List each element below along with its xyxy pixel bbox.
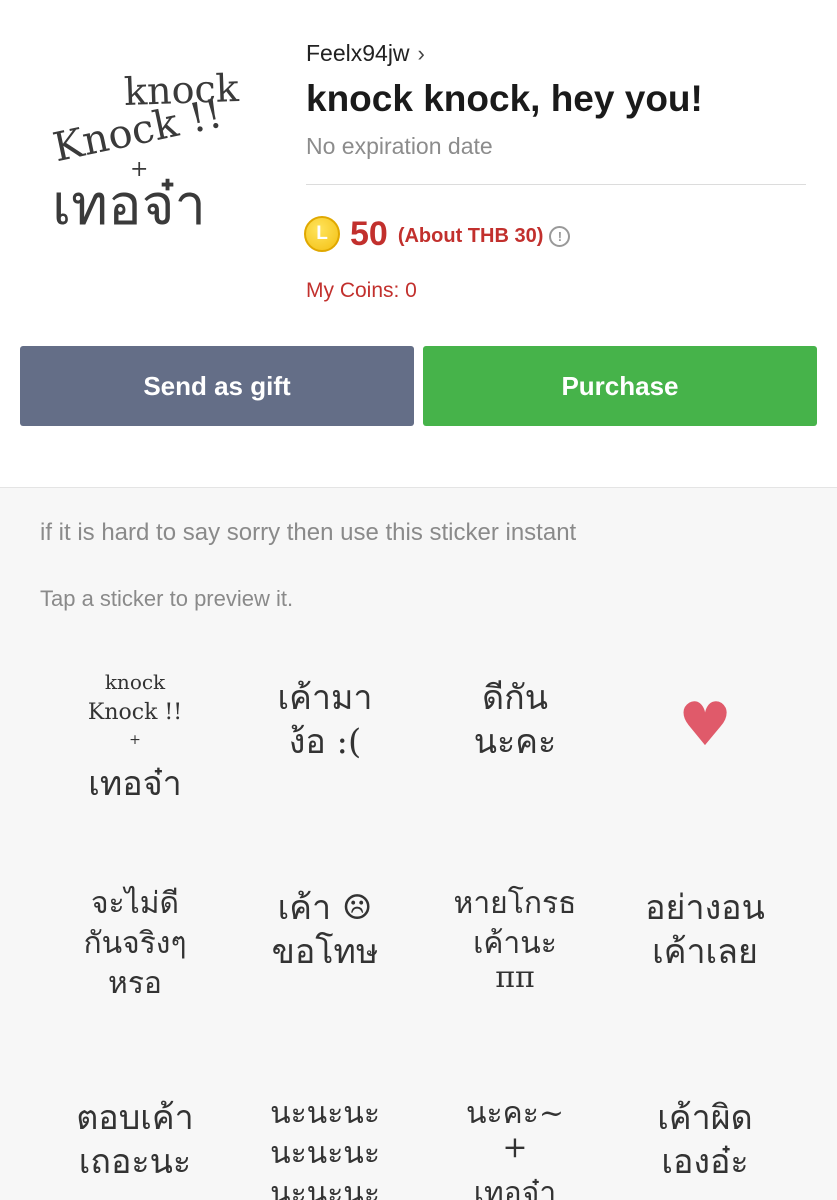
sticker-text: เทอจ๋า [473,1176,557,1200]
author-link[interactable]: Feelx94jw › [306,40,425,67]
my-coins: My Coins: 0 [306,279,417,302]
sticker-text: นะคะ [473,722,557,762]
sticker-text: ♥ [678,690,732,760]
sticker-thumbnail[interactable]: เค้า ☹ ขอโทษ [235,860,415,1020]
expiry-text: No expiration date [306,133,493,159]
sticker-header: knock Knock !! + เทอจ๋า Feelx94jw › knoc… [0,0,837,488]
sticker-thumbnail[interactable]: เค้าผิด เองอ๋ะ [615,1070,795,1200]
divider [306,184,806,185]
info-icon[interactable]: ! [549,225,571,247]
sticker-text: Knock !! [87,700,183,725]
sticker-text: เทอจ๋า [88,764,182,804]
sticker-thumbnail[interactable]: นะคะ~ + เทอจ๋า [425,1070,605,1200]
sticker-thumbnail[interactable]: นะนะนะ นะนะนะ นะนะนะ [235,1070,415,1200]
price-row: L 50 (About THB 30) ! [304,212,571,256]
sticker-text: เค้าเลย [652,932,758,972]
sticker-text: ππ [495,960,535,995]
sticker-thumbnail[interactable]: ดีกัน นะคะ [425,650,605,810]
send-gift-button[interactable]: Send as gift [20,346,414,426]
sticker-thumbnail[interactable]: ตอบเค้า เถอะนะ [45,1070,225,1200]
chevron-right-icon: › [417,40,425,66]
line-coin-icon: L [304,216,340,252]
sticker-text: ขอโทษ [271,932,379,972]
sticker-thumbnail[interactable]: ♥ [615,650,795,810]
sticker-text: knock [104,670,166,694]
sticker-thumbnail[interactable]: knock Knock !! + เทอจ๋า [45,650,225,810]
sticker-main-image[interactable]: knock Knock !! + เทอจ๋า [40,60,270,240]
sticker-thumbnail[interactable]: จะไม่ดี กันจริงๆ หรอ [45,860,225,1020]
sticker-text: หรอ [108,966,162,1001]
sticker-thumbnail[interactable]: อย่างอน เค้าเลย [615,860,795,1020]
sticker-text: เองอ๋ะ [661,1142,749,1182]
sticker-text: นะนะนะ [270,1176,380,1200]
sticker-text: ง้อ :( [288,722,362,762]
sticker-text: + [129,732,141,748]
price-amount: 50 [350,214,388,253]
preview-hint: Tap a sticker to preview it. [40,586,294,611]
author-name: Feelx94jw [306,40,410,66]
price-approx: (About THB 30) [397,224,544,247]
sticker-text: + [502,1130,528,1165]
sticker-title: knock knock, hey you! [306,78,703,119]
sticker-thumbnail[interactable]: หายโกรธ เค้านะ ππ [425,860,605,1020]
main-image-text: เทอจ๋า [52,173,206,238]
purchase-button[interactable]: Purchase [423,346,817,426]
sticker-text: เถอะนะ [78,1142,192,1182]
sticker-thumbnail[interactable]: เค้ามา ง้อ :( [235,650,415,810]
pack-description: if it is hard to say sorry then use this… [40,519,577,546]
